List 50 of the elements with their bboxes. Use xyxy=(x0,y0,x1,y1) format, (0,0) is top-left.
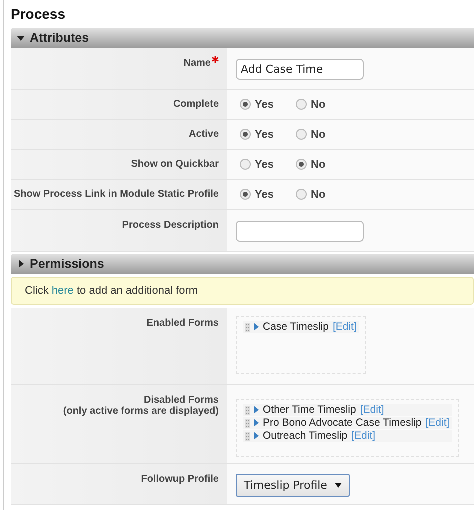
field-label: Name xyxy=(184,58,211,69)
radio-button[interactable] xyxy=(296,99,307,110)
drag-handle-icon[interactable] xyxy=(245,322,250,332)
profile-dropdown[interactable]: Timeslip Profile xyxy=(236,474,350,497)
caret-icon xyxy=(17,260,25,268)
field-label: Process Description xyxy=(122,220,219,231)
field-label: Complete xyxy=(173,99,219,110)
edit-link[interactable]: [Edit] xyxy=(332,321,357,333)
notice-text: Click here to add an additional form xyxy=(25,285,198,297)
field-label: Show on Quickbar xyxy=(131,159,219,170)
triangle-icon xyxy=(254,323,259,331)
radio-button[interactable] xyxy=(240,99,251,110)
radio-label: Yes xyxy=(255,188,274,200)
form-name: Other Time Timeslip xyxy=(263,404,356,416)
radio-label: Yes xyxy=(255,128,274,140)
drag-handle-icon[interactable] xyxy=(245,432,250,440)
section-header[interactable]: Attributes xyxy=(11,28,474,48)
caret-icon xyxy=(17,34,25,42)
radio-label: No xyxy=(311,98,326,110)
radio-button[interactable] xyxy=(240,159,251,170)
radio-label: Yes xyxy=(255,158,274,170)
text-field[interactable] xyxy=(236,221,364,242)
field-label: Followup Profile xyxy=(141,474,219,485)
radio-label: Yes xyxy=(255,98,274,110)
edit-link[interactable]: [Edit] xyxy=(352,430,376,442)
radio-button[interactable] xyxy=(240,129,251,140)
form-name: Case Timeslip xyxy=(263,321,329,333)
drag-handle-icon[interactable] xyxy=(245,406,250,414)
radio-button[interactable] xyxy=(296,159,307,170)
here-link[interactable]: here xyxy=(52,285,74,297)
radio-button[interactable] xyxy=(296,189,307,200)
field-label: Disabled Forms xyxy=(144,395,219,406)
radio-button[interactable] xyxy=(240,189,251,200)
field-label: Active xyxy=(188,129,219,140)
text-field[interactable]: Add Case Time xyxy=(236,59,364,80)
caret-icon xyxy=(335,483,342,488)
radio-label: No xyxy=(311,128,326,140)
radio-label: No xyxy=(311,188,326,200)
drag-handle-icon[interactable] xyxy=(245,418,250,428)
form-name: Outreach Timeslip xyxy=(263,430,348,442)
edit-link[interactable]: [Edit] xyxy=(426,417,450,429)
field-label: Show Process Link in Module Static Profile xyxy=(14,189,219,200)
form-name: Pro Bono Advocate Case Timeslip xyxy=(263,417,422,429)
radio-label: No xyxy=(311,158,326,170)
radio-button[interactable] xyxy=(296,129,307,140)
field-note: (only active forms are displayed) xyxy=(62,406,219,417)
section-header[interactable]: Permissions xyxy=(11,254,474,274)
edit-link[interactable]: [Edit] xyxy=(360,404,384,416)
field-label: Enabled Forms xyxy=(146,318,219,329)
page-title: Process xyxy=(11,5,66,24)
